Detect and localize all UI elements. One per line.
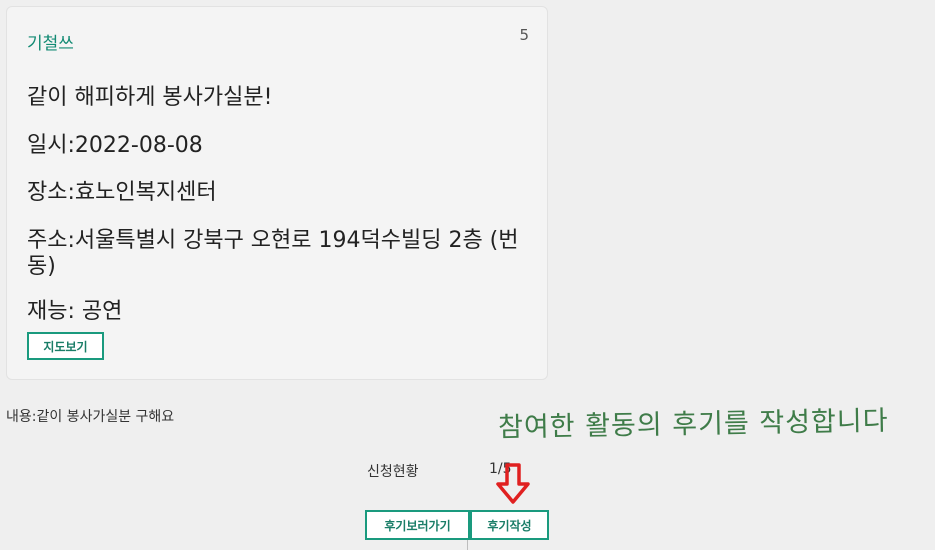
post-place: 장소:효노인복지센터 <box>27 180 217 205</box>
author-name: 기철쓰 <box>27 34 74 54</box>
post-address: 주소:서울특별시 강북구 오현로 194덕수빌딩 2층 (번동) <box>27 228 519 279</box>
arrow-down-icon <box>496 463 530 504</box>
post-date: 일시:2022-08-08 <box>27 133 203 158</box>
handwritten-annotation: 참여한 활동의 후기를 작성합니다 <box>497 405 889 444</box>
post-talent: 재능: 공연 <box>27 299 123 324</box>
application-status-label: 신청현황 <box>367 464 419 480</box>
view-map-button[interactable]: 지도보기 <box>27 332 104 360</box>
view-reviews-button[interactable]: 후기보러가기 <box>365 510 470 540</box>
post-title: 같이 해피하게 봉사가실분! <box>27 85 273 110</box>
post-content: 내용:같이 봉사가실분 구해요 <box>6 409 175 425</box>
volunteer-post-card: 기철쓰 5 같이 해피하게 봉사가실분! 일시:2022-08-08 장소:효노… <box>6 6 548 380</box>
write-review-button[interactable]: 후기작성 <box>470 510 549 540</box>
divider <box>467 540 468 550</box>
recruit-count: 5 <box>519 26 529 44</box>
